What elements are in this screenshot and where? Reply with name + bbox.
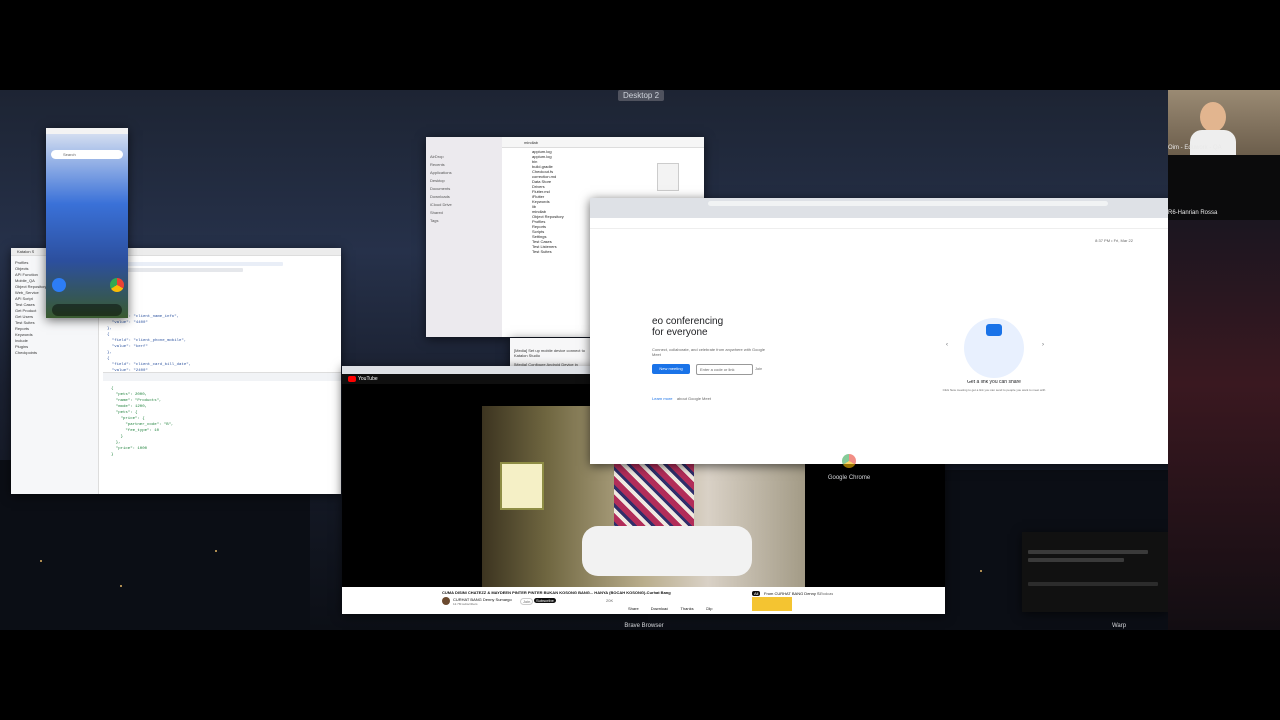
new-meeting-button[interactable]: New meeting — [652, 364, 690, 374]
finder-sidebar-item[interactable]: AirDrop — [430, 154, 498, 159]
youtube-logo-icon[interactable] — [348, 376, 356, 382]
finder-folder-title: mindlab — [524, 140, 539, 145]
letterbox-top — [0, 0, 1280, 90]
explorer-tree-item[interactable]: Keywords — [15, 332, 94, 337]
youtube-logo[interactable]: YouTube — [358, 376, 378, 382]
request-body-code[interactable]: { "field": "client_name_info", "value": … — [107, 308, 191, 380]
meet-illustration — [964, 318, 1024, 378]
learn-more-link[interactable]: Learn more — [652, 396, 672, 401]
meet-datetime: 8:37 PM • Fri, Mar 22 — [1095, 238, 1133, 243]
brave-app-label: Brave Browser — [624, 623, 664, 629]
explorer-tree-item[interactable]: Test Suites — [15, 320, 94, 325]
chrome-omnibox[interactable] — [708, 201, 1108, 206]
chrome-toolbar[interactable] — [590, 218, 1168, 229]
finder-sidebar-item[interactable]: Shared — [430, 210, 498, 215]
next-up-filter-channel[interactable]: From CURHAT BANG Denny S... — [764, 591, 823, 596]
subscriber-count: 12.7M subscribers — [453, 602, 478, 606]
video-title[interactable]: CUMA DISINI CHATEZZ & MAYDEEN PINTER PIN… — [442, 590, 742, 595]
phone-search-input: Search — [63, 152, 76, 157]
video-poster — [500, 462, 544, 510]
finder-sidebar-item[interactable]: Tags — [430, 218, 498, 223]
finder-file-item[interactable]: Test Suites — [532, 249, 590, 254]
video-sofa — [582, 526, 752, 576]
finder-sidebar-item[interactable]: Recents — [430, 162, 498, 167]
meet-card-title: Get a link you can share — [967, 380, 1021, 385]
finder-sidebar-item[interactable]: Desktop — [430, 178, 498, 183]
response-tabs[interactable] — [103, 372, 341, 381]
katalon-title: Katalon S — [17, 249, 35, 254]
chrome-app-label: Google Chrome — [827, 475, 871, 481]
android-emulator-window[interactable]: Search — [46, 128, 128, 318]
participant-body — [1190, 130, 1236, 155]
phone-dock[interactable] — [52, 304, 122, 316]
letterbox-bottom — [0, 630, 1280, 720]
emulator-titlebar[interactable] — [46, 128, 128, 134]
explorer-tree-item[interactable]: Include — [15, 338, 94, 343]
participant-name: Oim - Eduwork - QA — [1168, 145, 1222, 151]
subscribe-button[interactable]: Subscribe — [534, 598, 556, 603]
shared-screen-edge — [1168, 220, 1280, 630]
video-action-button[interactable]: Share — [628, 606, 639, 611]
response-body-code[interactable]: { "pets": 2000, "name": "Products", "mod… — [111, 386, 173, 458]
chrome-tabbar[interactable] — [590, 198, 1168, 218]
finder-file-list[interactable]: appium.log appium.log bin build.gradle Check… — [532, 149, 590, 254]
finder-sidebar-item[interactable]: Downloads — [430, 194, 498, 199]
warp-app-label: Warp — [1111, 623, 1127, 629]
carousel-next-icon[interactable]: › — [1042, 342, 1044, 348]
chrome-app-icon[interactable] — [110, 278, 124, 292]
desktop-label[interactable]: Desktop 2 — [618, 90, 665, 101]
explorer-tree-item[interactable]: Plugins — [15, 344, 94, 349]
chat-history-item[interactable]: [Media] Set up mobile device connect to … — [514, 348, 586, 358]
video-action-button[interactable]: Clip — [706, 606, 713, 611]
like-count[interactable]: 20K — [606, 598, 613, 603]
google-meet-window[interactable]: 8:37 PM • Fri, Mar 22 eo conferencing fo… — [590, 198, 1168, 464]
explorer-tree-item[interactable]: Reports — [15, 326, 94, 331]
finder-sidebar-item[interactable]: Documents — [430, 186, 498, 191]
link-icon — [986, 324, 1002, 336]
join-button[interactable]: Join — [520, 598, 534, 605]
next-up-filter-extra[interactable]: Podcas — [820, 591, 833, 596]
finder-sidebar-item[interactable]: Applications — [430, 170, 498, 175]
video-action-button[interactable]: Thanks — [680, 606, 693, 611]
warp-terminal-window[interactable] — [1022, 532, 1168, 612]
explorer-tree-item[interactable]: Checkpoints — [15, 350, 94, 355]
phone-search-bar[interactable]: Search — [51, 150, 123, 159]
meeting-code-input[interactable]: Enter a code or link — [696, 364, 753, 375]
finder-sidebar-item[interactable]: iCloud Drive — [430, 202, 498, 207]
meet-subtitle: Connect, collaborate, and celebrate from… — [652, 347, 765, 357]
katalon-app-icon[interactable] — [52, 278, 66, 292]
participant-avatar — [1200, 102, 1226, 132]
next-up-filter-chip[interactable]: All — [752, 591, 761, 596]
channel-avatar[interactable] — [442, 597, 450, 605]
participant-name: R6-Hanrian Rossa — [1168, 210, 1218, 216]
mission-control-screen: Desktop 2 Katalon S Profiles Objects API F… — [0, 90, 1168, 630]
carousel-prev-icon[interactable]: ‹ — [946, 342, 948, 348]
next-up-thumbnail[interactable] — [752, 597, 792, 611]
join-meeting-button[interactable]: Join — [755, 366, 762, 371]
chrome-dock-icon[interactable] — [842, 454, 856, 468]
learn-more-line: Learn more about Google Meet — [652, 396, 711, 401]
meet-headline: eo conferencing for everyone — [652, 316, 724, 338]
video-action-button[interactable]: Download — [651, 606, 669, 611]
document-icon — [657, 163, 679, 191]
finder-sidebar[interactable]: AirDrop Recents Applications Desktop Documen… — [426, 137, 502, 337]
youtube-info-panel[interactable]: CUMA DISINI CHATEZZ & MAYDEEN PINTER PIN… — [342, 587, 945, 613]
participant-tile[interactable]: R6-Hanrian Rossa — [1168, 155, 1280, 220]
participant-tile[interactable]: Oim - Eduwork - QA — [1168, 90, 1280, 155]
meet-card-desc: Click New meeting to get a link you can … — [942, 388, 1046, 392]
